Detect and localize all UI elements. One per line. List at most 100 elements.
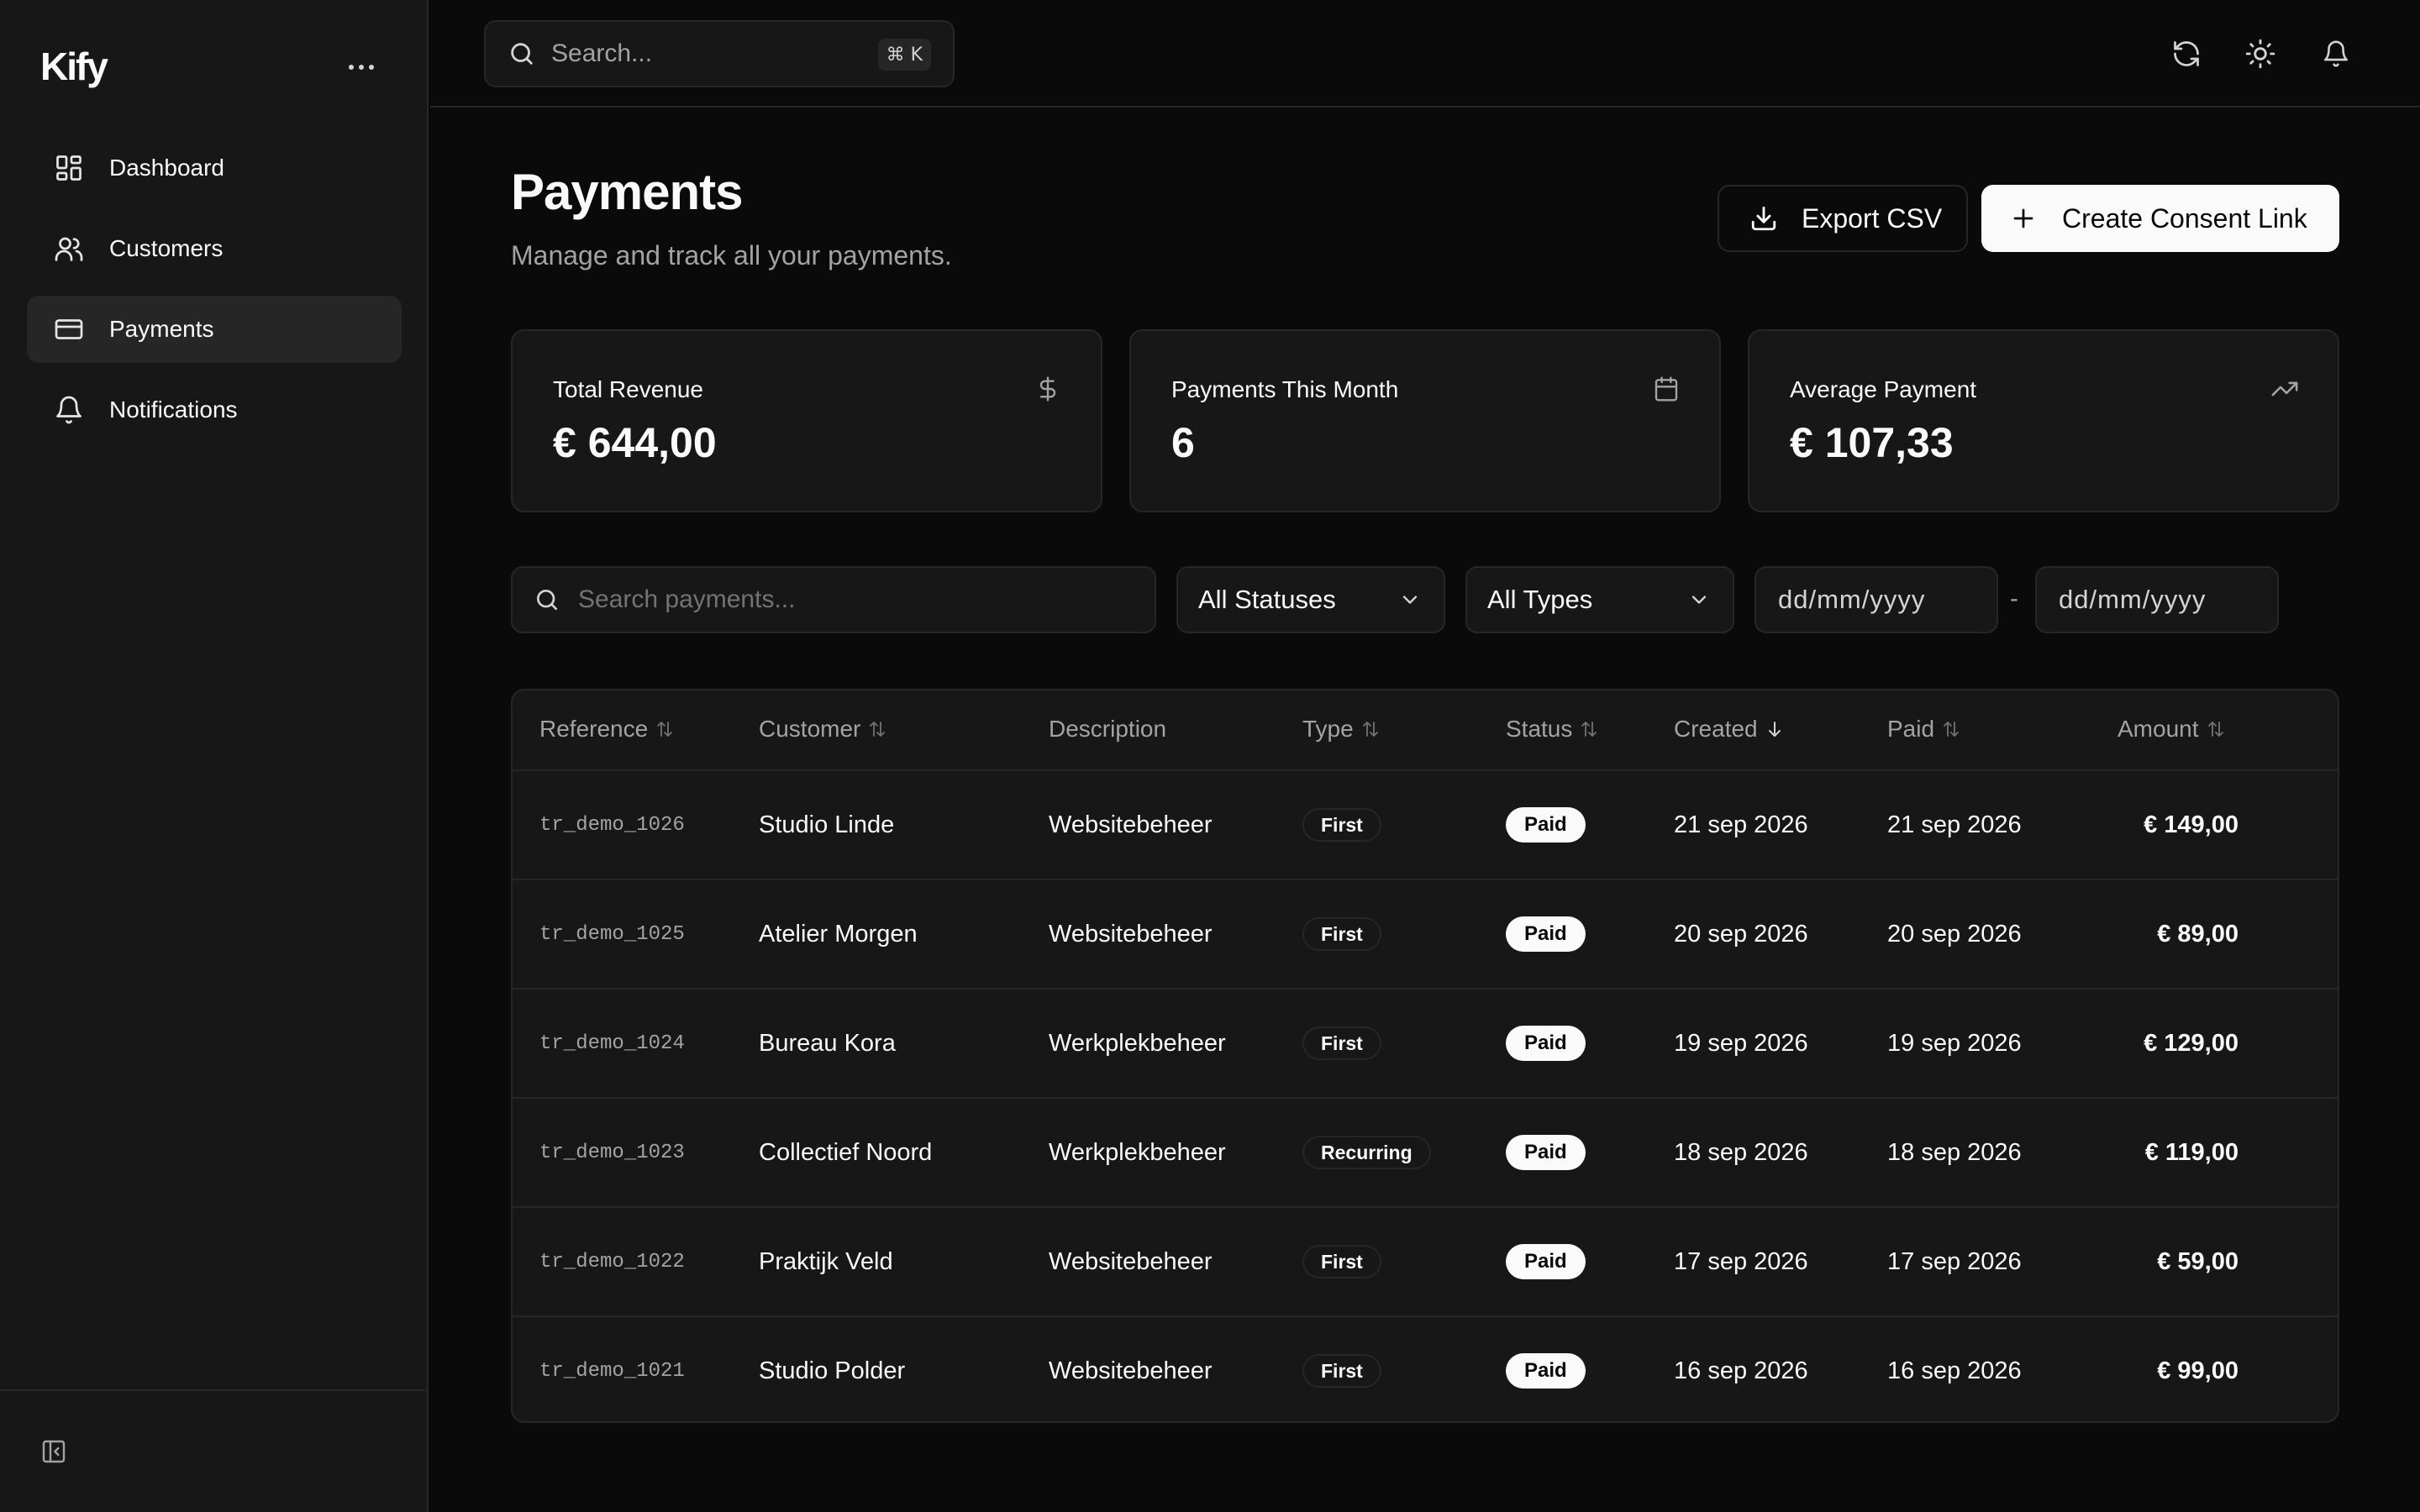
cell-reference: tr_demo_1026: [539, 813, 685, 837]
column-header-amount[interactable]: Amount: [2118, 716, 2226, 743]
type-badge: First: [1302, 917, 1381, 951]
sort-icon: [867, 719, 887, 739]
sidebar-item-payments[interactable]: Payments: [27, 296, 402, 363]
sidebar-item-label: Customers: [109, 235, 224, 261]
sun-icon[interactable]: [2242, 35, 2279, 72]
column-label: Customer: [759, 716, 861, 742]
status-badge: Paid: [1506, 1244, 1586, 1279]
stat-value: € 644,00: [553, 419, 717, 466]
column-header-customer[interactable]: Customer: [759, 716, 887, 743]
type-badge: Recurring: [1302, 1136, 1431, 1169]
stat-title: Payments This Month: [1171, 376, 1399, 402]
type-filter-value: All Types: [1487, 585, 1593, 614]
cell-amount: € 59,00: [2157, 1247, 2238, 1275]
sort-icon: [655, 719, 675, 739]
table-row[interactable]: tr_demo_1022 Praktijk Veld Websitebeheer…: [513, 1208, 2338, 1317]
cell-reference: tr_demo_1024: [539, 1032, 685, 1055]
more-horizontal-icon[interactable]: [345, 52, 378, 82]
table-row[interactable]: tr_demo_1021 Studio Polder Websitebeheer…: [513, 1317, 2338, 1421]
sidebar-footer: [0, 1389, 427, 1512]
cell-amount: € 89,00: [2157, 920, 2238, 948]
sidebar-nav: Dashboard Customers Payments Notificatio…: [27, 134, 402, 457]
sidebar: Kify Dashboard Customers Payments Notifi…: [0, 0, 429, 1512]
payments-table: Reference Customer Description Type Stat…: [511, 689, 2339, 1423]
date-from-input[interactable]: dd/mm/yyyy: [1754, 566, 1998, 633]
global-search-input[interactable]: Search... ⌘ K: [484, 20, 955, 87]
create-consent-link-button[interactable]: Create Consent Link: [1981, 185, 2339, 252]
plus-icon: [2010, 205, 2037, 232]
arrow-down-icon: [1765, 719, 1785, 739]
column-label: Reference: [539, 716, 649, 742]
search-placeholder: Search payments...: [578, 585, 796, 613]
keyboard-shortcut: ⌘ K: [877, 39, 931, 71]
sidebar-collapse-icon[interactable]: [39, 1436, 69, 1467]
date-to-input[interactable]: dd/mm/yyyy: [2035, 566, 2279, 633]
cell-created: 16 sep 2026: [1674, 1357, 1808, 1384]
bell-icon[interactable]: [2317, 35, 2354, 72]
search-placeholder: Search...: [551, 39, 653, 67]
cell-description: Websitebeheer: [1049, 1247, 1213, 1275]
payments-search-input[interactable]: Search payments...: [511, 566, 1156, 633]
table-row[interactable]: tr_demo_1023 Collectief Noord Werkplekbe…: [513, 1099, 2338, 1208]
export-csv-button[interactable]: Export CSV: [1718, 185, 1968, 252]
cell-amount: € 99,00: [2157, 1357, 2238, 1384]
cell-customer: Collectief Noord: [759, 1138, 933, 1166]
cell-created: 17 sep 2026: [1674, 1247, 1808, 1275]
type-badge: First: [1302, 1354, 1381, 1388]
top-header: Search... ⌘ K: [430, 0, 2420, 108]
sort-icon: [1360, 719, 1381, 739]
cell-amount: € 119,00: [2144, 1138, 2238, 1166]
cell-description: Websitebeheer: [1049, 1357, 1213, 1384]
chevron-down-icon: [1398, 588, 1422, 612]
download-icon: [1749, 204, 1778, 233]
refresh-icon[interactable]: [2168, 35, 2205, 72]
sort-icon: [2206, 719, 2226, 739]
calendar-icon: [1652, 375, 1681, 403]
sidebar-item-label: Dashboard: [109, 155, 224, 181]
status-filter-select[interactable]: All Statuses: [1176, 566, 1445, 633]
sidebar-item-notifications[interactable]: Notifications: [27, 376, 402, 444]
column-header-type[interactable]: Type: [1302, 716, 1381, 743]
cell-reference: tr_demo_1021: [539, 1359, 685, 1383]
status-filter-value: All Statuses: [1198, 585, 1336, 614]
chevron-down-icon: [1687, 588, 1711, 612]
table-row[interactable]: tr_demo_1025 Atelier Morgen Websitebehee…: [513, 880, 2338, 990]
column-label: Type: [1302, 716, 1354, 742]
column-header-reference[interactable]: Reference: [539, 716, 675, 743]
cell-reference: tr_demo_1022: [539, 1250, 685, 1273]
bell-icon: [54, 395, 84, 425]
stat-card-average-payment: Average Payment € 107,33: [1748, 329, 2339, 512]
sidebar-item-customers[interactable]: Customers: [27, 215, 402, 282]
page-subtitle: Manage and track all your payments.: [511, 240, 952, 270]
table-row[interactable]: tr_demo_1026 Studio Linde Websitebeheer …: [513, 771, 2338, 880]
date-range-separator: -: [2010, 585, 2018, 612]
status-badge: Paid: [1506, 916, 1586, 952]
stat-title: Total Revenue: [553, 376, 704, 402]
type-filter-select[interactable]: All Types: [1465, 566, 1734, 633]
stat-title: Average Payment: [1790, 376, 1977, 402]
column-header-status[interactable]: Status: [1506, 716, 1599, 743]
cell-customer: Studio Polder: [759, 1357, 906, 1384]
sidebar-item-dashboard[interactable]: Dashboard: [27, 134, 402, 202]
column-label: Description: [1049, 716, 1167, 742]
cell-amount: € 149,00: [2144, 811, 2238, 838]
cell-description: Werkplekbeheer: [1049, 1029, 1226, 1057]
column-label: Paid: [1887, 716, 1935, 742]
column-header-paid[interactable]: Paid: [1887, 716, 1961, 743]
cell-customer: Bureau Kora: [759, 1029, 896, 1057]
column-header-created[interactable]: Created: [1674, 716, 1785, 743]
sidebar-item-label: Notifications: [109, 396, 238, 423]
create-consent-link-label: Create Consent Link: [2062, 202, 2307, 234]
cell-reference: tr_demo_1023: [539, 1141, 685, 1164]
cell-customer: Studio Linde: [759, 811, 895, 838]
table-row[interactable]: tr_demo_1024 Bureau Kora Werkplekbeheer …: [513, 990, 2338, 1099]
stat-value: € 107,33: [1790, 419, 1954, 466]
sidebar-item-label: Payments: [109, 316, 214, 342]
dollar-icon: [1034, 375, 1062, 403]
type-badge: First: [1302, 1026, 1381, 1060]
cell-description: Websitebeheer: [1049, 811, 1213, 838]
brand-logo: Kify: [40, 45, 108, 88]
cell-created: 18 sep 2026: [1674, 1138, 1808, 1166]
column-label: Created: [1674, 716, 1758, 742]
users-icon: [54, 234, 84, 264]
